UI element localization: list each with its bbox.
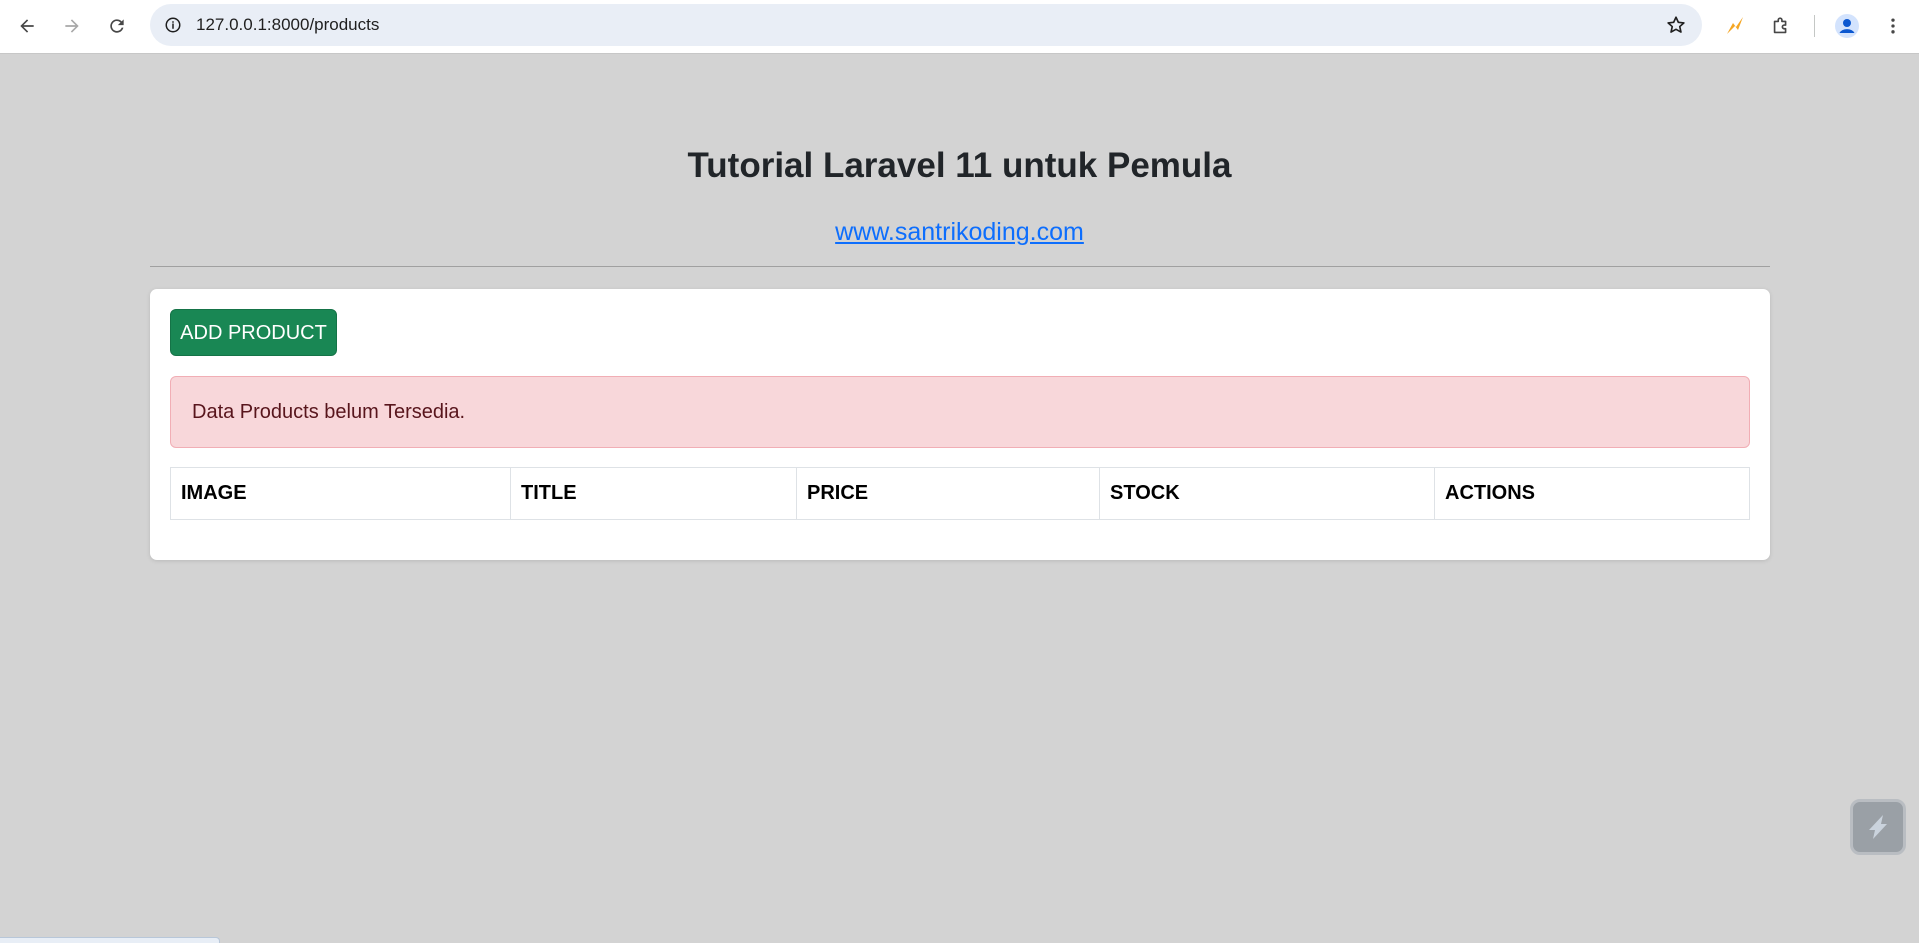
products-table: IMAGE TITLE PRICE STOCK ACTIONS bbox=[170, 467, 1750, 520]
lightning-extension-button[interactable] bbox=[1720, 11, 1750, 41]
forward-arrow-icon bbox=[65, 19, 79, 33]
profile-icon bbox=[1835, 14, 1859, 38]
extensions-button[interactable] bbox=[1766, 11, 1796, 41]
star-icon bbox=[1667, 16, 1685, 33]
divider bbox=[150, 266, 1770, 267]
reload-icon bbox=[110, 19, 124, 33]
url-text[interactable]: 127.0.0.1:8000/products bbox=[196, 4, 379, 46]
site-link[interactable]: www.santrikoding.com bbox=[0, 218, 1919, 247]
browser-toolbar: 127.0.0.1:8000/products bbox=[0, 0, 1919, 54]
column-header-actions: ACTIONS bbox=[1434, 467, 1750, 520]
forward-button[interactable] bbox=[55, 9, 89, 43]
column-header-stock: STOCK bbox=[1099, 467, 1435, 520]
address-bar[interactable]: 127.0.0.1:8000/products bbox=[150, 4, 1702, 46]
site-info-button[interactable] bbox=[159, 11, 187, 39]
status-bubble bbox=[0, 937, 220, 943]
column-header-price: PRICE bbox=[796, 467, 1100, 520]
reload-button[interactable] bbox=[100, 9, 134, 43]
profile-button[interactable] bbox=[1832, 11, 1862, 41]
column-header-image: IMAGE bbox=[170, 467, 511, 520]
info-icon bbox=[165, 17, 181, 33]
floating-widget-button[interactable] bbox=[1850, 799, 1906, 855]
back-button[interactable] bbox=[10, 9, 44, 43]
lightning-extension-icon bbox=[1727, 17, 1743, 34]
page-title: Tutorial Laravel 11 untuk Pemula bbox=[687, 146, 1232, 185]
products-card: ADD PRODUCT Data Products belum Tersedia… bbox=[150, 289, 1770, 560]
add-product-button[interactable]: ADD PRODUCT bbox=[170, 309, 337, 356]
empty-alert: Data Products belum Tersedia. bbox=[170, 376, 1750, 448]
column-header-title: TITLE bbox=[510, 467, 797, 520]
back-arrow-icon bbox=[20, 19, 34, 33]
menu-button[interactable] bbox=[1878, 11, 1908, 41]
puzzle-icon bbox=[1773, 17, 1787, 34]
bookmark-button[interactable] bbox=[1664, 13, 1688, 37]
toolbar-divider bbox=[1814, 15, 1815, 37]
table-header-row: IMAGE TITLE PRICE STOCK ACTIONS bbox=[170, 467, 1750, 520]
stripe-logo-icon bbox=[1869, 815, 1887, 839]
kebab-menu-icon bbox=[1891, 18, 1895, 34]
